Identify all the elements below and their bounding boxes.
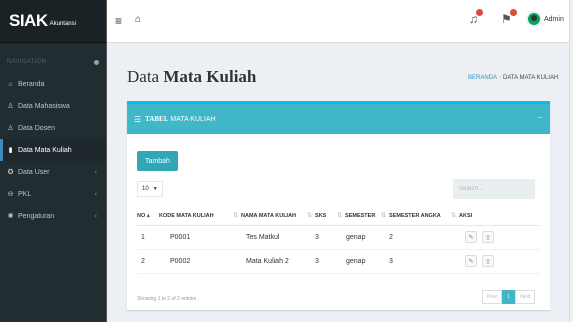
nav-header-label: NAVIGATION bbox=[7, 59, 47, 65]
pagination-next[interactable]: Next bbox=[515, 290, 536, 304]
breadcrumb-separator: › bbox=[499, 75, 502, 81]
pagination: Prev 1 Next bbox=[482, 290, 536, 304]
cell-kode: P0002 bbox=[159, 249, 233, 274]
collapse-icon[interactable]: − bbox=[537, 113, 542, 122]
sidebar-item-data-mahasiswa[interactable]: ♙ Data Mahasiswa bbox=[0, 95, 106, 117]
page-scrollbar[interactable] bbox=[569, 0, 573, 322]
card-title: TABEL MATA KULIAH bbox=[145, 115, 216, 123]
folder-icon: ⊖ bbox=[7, 191, 14, 198]
column-header-no[interactable]: NO ▴ bbox=[137, 207, 159, 226]
caret-down-icon: ▼ bbox=[152, 186, 158, 192]
sidebar-item-pengaturan[interactable]: ✺ Pengaturan ‹ bbox=[0, 205, 106, 227]
breadcrumb-current: DATA MATA KULIAH bbox=[503, 75, 559, 81]
page-length-value: 10 bbox=[142, 186, 149, 192]
cell-kode: P0001 bbox=[159, 225, 233, 250]
cell-aksi: ✎ ▯ bbox=[451, 225, 539, 250]
sidebar: SIAK Akuntansi NAVIGATION ⌂ Beranda ♙ Da… bbox=[0, 0, 107, 322]
delete-icon[interactable]: ▯ bbox=[482, 231, 494, 243]
pagination-prev[interactable]: Prev bbox=[482, 290, 503, 304]
page-title-bold: Mata Kuliah bbox=[163, 67, 257, 86]
status-dot-icon bbox=[94, 59, 99, 65]
pagination-page-1[interactable]: 1 bbox=[502, 290, 516, 304]
cell-semester-angka: 2 bbox=[381, 225, 451, 250]
sidebar-item-label: Data Dosen bbox=[18, 124, 55, 132]
sidebar-item-pkl[interactable]: ⊖ PKL ‹ bbox=[0, 183, 106, 205]
home-icon: ⌂ bbox=[8, 80, 13, 88]
cell-sks: 3 bbox=[307, 225, 337, 250]
delete-icon[interactable]: ▯ bbox=[482, 255, 494, 267]
column-header-kode[interactable]: KODE MATA KULIAH bbox=[159, 207, 233, 226]
table-row: 2 P0002 Mata Kuliah 2 3 genap 3 ✎ ▯ bbox=[137, 249, 539, 274]
search-input[interactable] bbox=[453, 179, 535, 199]
brand-logo[interactable]: SIAK Akuntansi bbox=[0, 0, 106, 43]
data-table: NO ▴ KODE MATA KULIAH ⇅ NAMA MATA KULIAH … bbox=[137, 207, 539, 274]
menu-toggle-icon[interactable]: ≡ bbox=[115, 14, 122, 28]
chevron-left-icon: ‹ bbox=[94, 212, 97, 220]
cell-nama: Mata Kuliah 2 bbox=[233, 249, 307, 274]
page-length-select[interactable]: 10 ▼ bbox=[137, 181, 163, 197]
cell-nama: Tes Matkul bbox=[233, 225, 307, 250]
edit-icon[interactable]: ✎ bbox=[465, 255, 477, 267]
flag-badge bbox=[509, 9, 517, 16]
breadcrumb: BERANDA › DATA MATA KULIAH bbox=[468, 75, 558, 81]
avatar[interactable] bbox=[526, 11, 542, 27]
sidebar-item-data-user[interactable]: ✪ Data User ‹ bbox=[0, 161, 106, 183]
sidebar-item-label: Data Mahasiswa bbox=[18, 102, 70, 110]
chevron-left-icon: ‹ bbox=[94, 190, 97, 198]
brand-subtitle: Akuntansi bbox=[49, 21, 76, 27]
chevron-left-icon: ‹ bbox=[94, 168, 97, 176]
table-info: Showing 1 to 2 of 2 entries bbox=[137, 296, 197, 302]
column-header-nama[interactable]: ⇅ NAMA MATA KULIAH bbox=[233, 207, 307, 226]
breadcrumb-home-link[interactable]: BERANDA bbox=[468, 75, 497, 81]
notification-badge bbox=[476, 9, 483, 16]
column-header-semester[interactable]: ⇅ SEMESTER bbox=[337, 207, 381, 226]
cell-semester: genap bbox=[337, 249, 381, 274]
book-icon: ▮ bbox=[8, 147, 13, 154]
column-header-aksi[interactable]: ⇅ AKSI bbox=[451, 207, 539, 226]
card-header: ☰ TABEL MATA KULIAH − bbox=[127, 104, 550, 134]
nav-header: NAVIGATION bbox=[0, 51, 106, 73]
page-title-plain: Data bbox=[127, 67, 160, 86]
sidebar-item-label: Pengaturan bbox=[18, 212, 55, 220]
sidebar-item-label: PKL bbox=[18, 190, 32, 198]
user-icon: ♙ bbox=[7, 125, 14, 132]
cell-no: 2 bbox=[137, 249, 159, 274]
table-row: 1 P0001 Tes Matkul 3 genap 2 ✎ ▯ bbox=[137, 225, 539, 250]
page-title: Data Mata Kuliah bbox=[127, 67, 256, 87]
cell-aksi: ✎ ▯ bbox=[451, 249, 539, 274]
notification-bell-icon[interactable]: ♫ bbox=[469, 9, 483, 26]
add-button[interactable]: Tambah bbox=[137, 151, 178, 171]
table-card: ☰ TABEL MATA KULIAH − Tambah 10 ▼ NO ▴ K… bbox=[127, 101, 550, 310]
sidebar-item-data-dosen[interactable]: ♙ Data Dosen bbox=[0, 117, 106, 139]
edit-icon[interactable]: ✎ bbox=[465, 231, 477, 243]
top-navbar: ≡ ⌂ ♫ ⚑ Admin bbox=[107, 0, 573, 43]
sidebar-item-label: Beranda bbox=[18, 80, 45, 88]
sidebar-item-label: Data User bbox=[18, 168, 50, 176]
sidebar-item-data-mata-kuliah[interactable]: ▮ Data Mata Kuliah bbox=[0, 139, 106, 161]
cell-sks: 3 bbox=[307, 249, 337, 274]
home-icon[interactable]: ⌂ bbox=[135, 14, 141, 25]
flag-icon[interactable]: ⚑ bbox=[501, 9, 517, 26]
brand-title: SIAK bbox=[9, 11, 48, 30]
column-header-sks[interactable]: ⇅ SKS bbox=[307, 207, 337, 226]
sidebar-item-beranda[interactable]: ⌂ Beranda bbox=[0, 73, 106, 95]
cell-semester-angka: 3 bbox=[381, 249, 451, 274]
user-menu[interactable]: Admin bbox=[544, 16, 564, 23]
cell-no: 1 bbox=[137, 225, 159, 250]
table-header-row: NO ▴ KODE MATA KULIAH ⇅ NAMA MATA KULIAH … bbox=[137, 207, 539, 226]
user-settings-icon: ✪ bbox=[7, 169, 14, 176]
user-icon: ♙ bbox=[7, 103, 14, 110]
table-icon: ☰ bbox=[134, 114, 142, 124]
sidebar-item-label: Data Mata Kuliah bbox=[18, 146, 72, 154]
cell-semester: genap bbox=[337, 225, 381, 250]
column-header-semester-angka[interactable]: ⇅ SEMESTER ANGKA bbox=[381, 207, 451, 226]
gear-icon: ✺ bbox=[7, 213, 14, 220]
